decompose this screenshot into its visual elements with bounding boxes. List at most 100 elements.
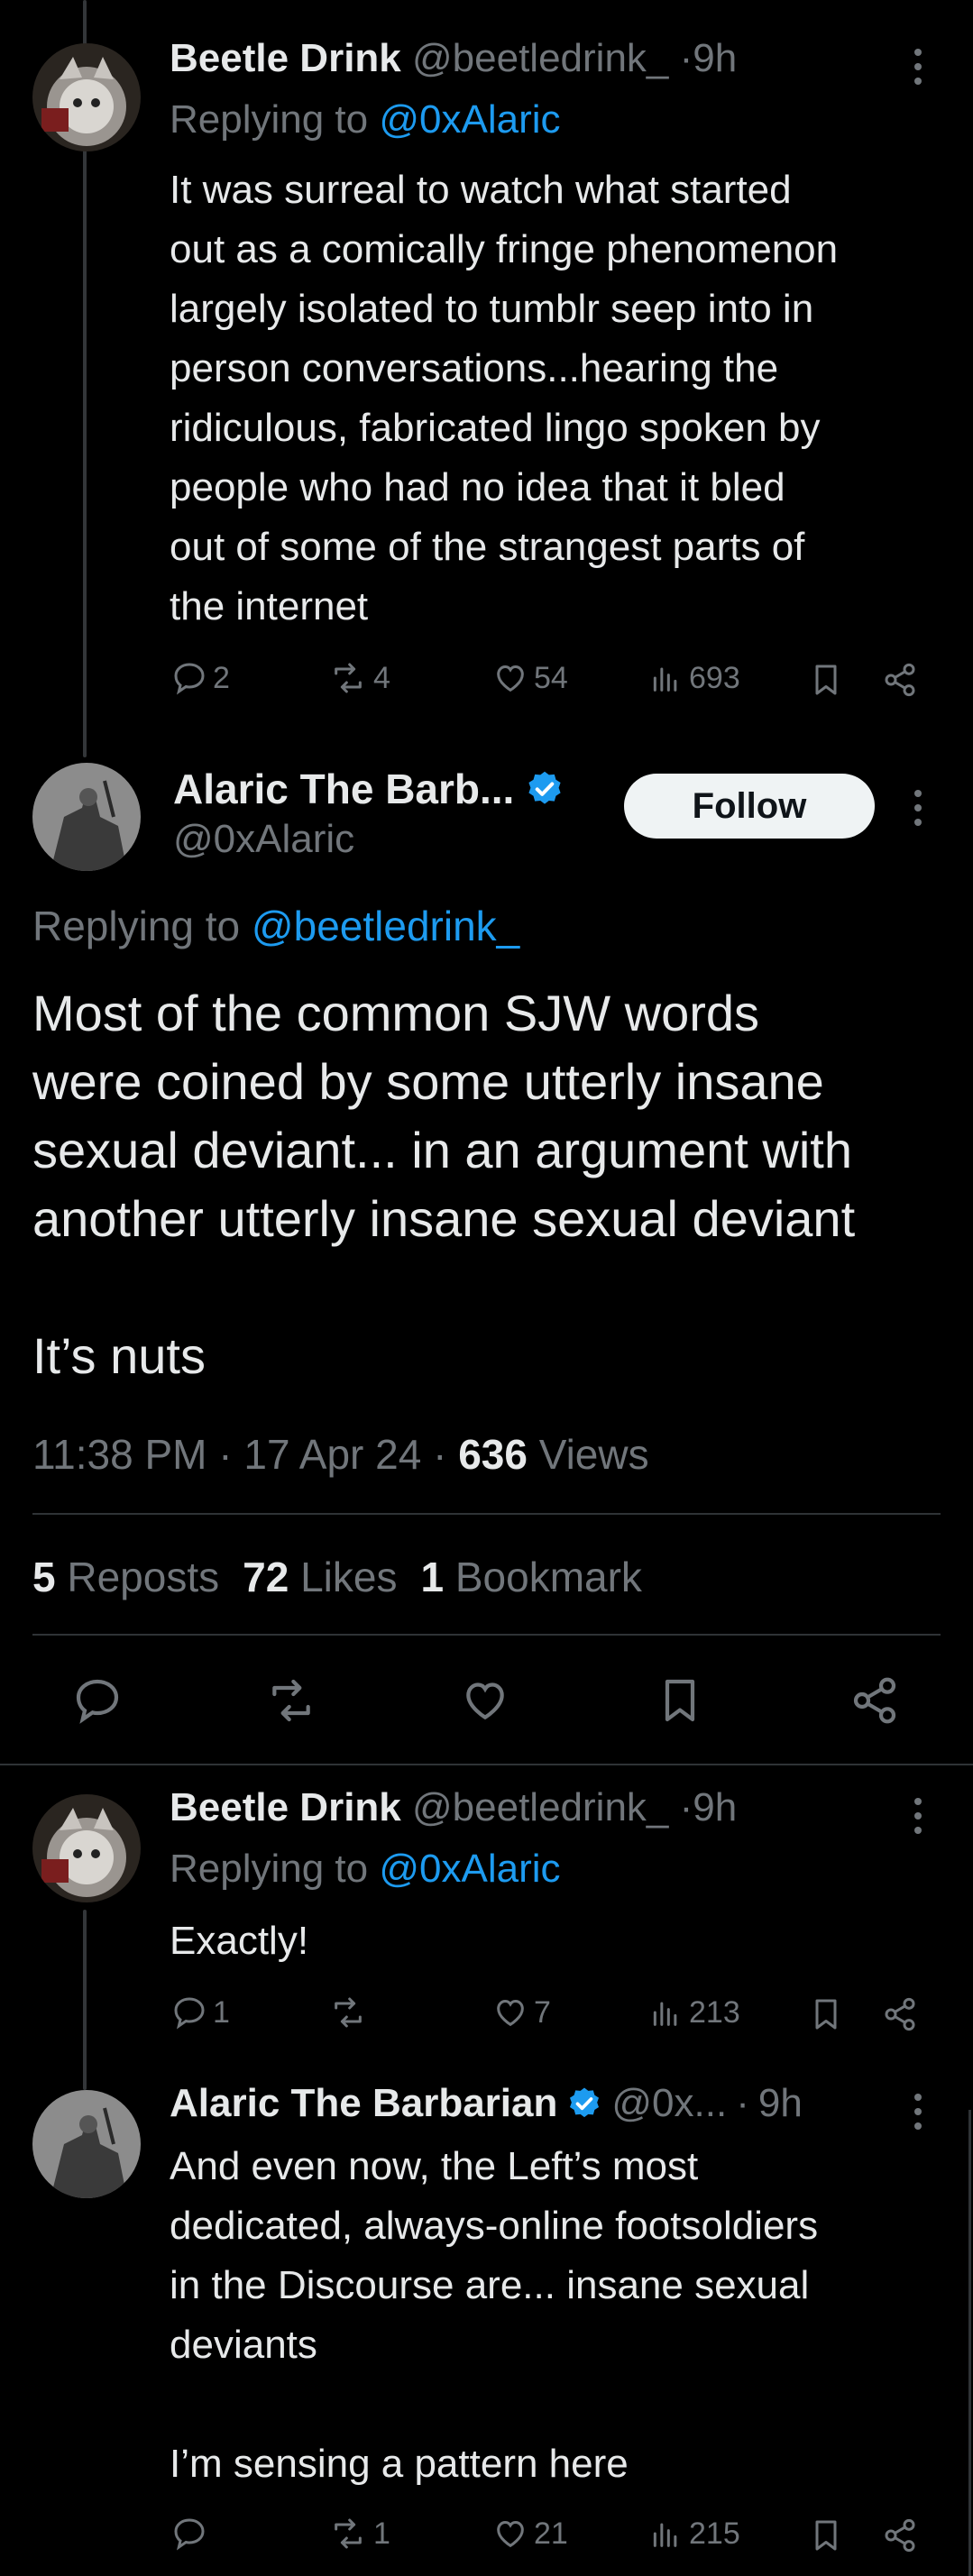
main-reply-icon[interactable] <box>72 1675 123 1726</box>
tweet1-share-icon[interactable] <box>882 662 918 698</box>
like-icon <box>492 2516 528 2552</box>
divider <box>32 1634 941 1636</box>
tweet3-bookmark-icon[interactable] <box>808 2517 844 2553</box>
avatar-beetle-drink[interactable] <box>32 43 141 151</box>
main-author[interactable]: Alaric The Barb... <box>173 765 514 813</box>
main-like-icon[interactable] <box>460 1675 510 1726</box>
tweet1-author[interactable]: Beetle Drink <box>170 36 401 80</box>
body-line <box>170 2375 818 2434</box>
like-count: 7 <box>534 1994 551 2030</box>
tweet3-body: And even now, the Left’s most dedicated,… <box>170 2137 818 2494</box>
tweet2-time[interactable]: 9h <box>693 1785 737 1829</box>
like-icon <box>492 1994 528 2031</box>
views-icon <box>647 2516 684 2552</box>
like-count: 21 <box>534 2516 568 2551</box>
follow-button[interactable]: Follow <box>624 774 875 839</box>
likes-count: 72 <box>243 1554 289 1600</box>
body-line: sexual deviant... in an argument with <box>32 1122 852 1178</box>
body-line: ridiculous, fabricated lingo spoken by <box>170 406 821 450</box>
replying-mention[interactable]: @0xAlaric <box>379 1847 560 1891</box>
main-more-icon[interactable] <box>909 788 927 832</box>
tweet2-author[interactable]: Beetle Drink <box>170 1785 401 1829</box>
avatar-alaric[interactable] <box>32 2090 141 2198</box>
divider <box>0 1764 973 1765</box>
repost-icon <box>328 660 368 696</box>
replying-label: Replying to <box>32 903 241 949</box>
like-icon <box>492 660 528 696</box>
tweet2-replying: Replying to @0xAlaric <box>170 1847 561 1892</box>
tweet2-more-icon[interactable] <box>909 1796 927 1840</box>
reply-count: 1 <box>213 1994 230 2030</box>
body-line: And even now, the Left’s most <box>170 2144 699 2188</box>
tweet3-sep: · <box>736 2081 749 2125</box>
tweet1-views-button[interactable]: 693 <box>647 660 740 696</box>
tweet2-share-icon[interactable] <box>882 1996 918 2032</box>
main-share-icon[interactable] <box>849 1675 900 1726</box>
tweet2-views-button[interactable]: 213 <box>647 1994 740 2031</box>
tweet3-views-button[interactable]: 215 <box>647 2516 740 2552</box>
replying-mention[interactable]: @beetledrink_ <box>252 903 519 949</box>
main-meta: 11:38 PM · 17 Apr 24 · 636 Views <box>32 1430 649 1479</box>
bookmarks-label: Bookmark <box>454 1554 642 1600</box>
tweet1-bookmark-icon[interactable] <box>808 662 844 698</box>
bookmarks-stat[interactable]: 1 Bookmark <box>420 1553 641 1601</box>
views-count: 215 <box>689 2516 740 2551</box>
avatar-alaric[interactable] <box>32 763 141 871</box>
scrollbar[interactable] <box>968 2110 971 2576</box>
likes-label: Likes <box>300 1554 398 1600</box>
body-line: Most of the common SJW words <box>32 985 760 1041</box>
tweet1-reply-button[interactable]: 2 <box>171 660 230 696</box>
main-views-count: 636 <box>458 1431 528 1478</box>
tweet1-more-icon[interactable] <box>909 47 927 91</box>
views-count: 213 <box>689 1994 740 2030</box>
reposts-stat[interactable]: 5 Reposts <box>32 1553 219 1601</box>
reply-icon <box>171 660 207 696</box>
likes-stat[interactable]: 72 Likes <box>243 1553 397 1601</box>
meta-sep: · <box>218 1431 233 1478</box>
tweet3-like-button[interactable]: 21 <box>492 2516 568 2552</box>
tweet2-handle[interactable]: @beetledrink_ <box>412 1785 668 1829</box>
tweet2-bookmark-icon[interactable] <box>808 1996 844 2032</box>
body-line: largely isolated to tumblr seep into in <box>170 287 814 331</box>
main-time[interactable]: 11:38 PM <box>32 1431 207 1478</box>
main-repost-icon[interactable] <box>263 1675 319 1726</box>
tweet3-time[interactable]: 9h <box>758 2081 803 2126</box>
bookmarks-count: 1 <box>420 1554 445 1600</box>
thread-connector <box>83 1910 87 2090</box>
repost-icon <box>328 2516 368 2552</box>
main-handle[interactable]: @0xAlaric <box>173 817 354 862</box>
repost-icon <box>328 1994 368 2031</box>
tweet1-header: Beetle Drink @beetledrink_ ·9h <box>170 36 737 81</box>
tweet1-repost-button[interactable]: 4 <box>328 660 390 696</box>
tweet3-more-icon[interactable] <box>909 2092 927 2136</box>
tweet2-header: Beetle Drink @beetledrink_ ·9h <box>170 1785 737 1830</box>
tweet3-handle[interactable]: @0x... <box>611 2081 727 2126</box>
tweet2-like-button[interactable]: 7 <box>492 1994 551 2031</box>
main-date[interactable]: 17 Apr 24 <box>243 1431 421 1478</box>
tweet1-handle[interactable]: @beetledrink_ <box>412 36 668 80</box>
body-line: were coined by some utterly insane <box>32 1053 824 1110</box>
tweet1-sep: · <box>679 36 693 80</box>
main-bookmark-icon[interactable] <box>655 1675 705 1726</box>
verified-badge-icon <box>525 769 565 809</box>
body-line: out as a comically fringe phenomenon <box>170 227 839 271</box>
body-line: Exactly! <box>170 1919 309 1963</box>
tweet3-repost-button[interactable]: 1 <box>328 2516 390 2552</box>
tweet2-reply-button[interactable]: 1 <box>171 1994 230 2031</box>
tweet2-repost-button[interactable] <box>328 1994 373 2031</box>
main-replying: Replying to @beetledrink_ <box>32 902 519 950</box>
tweet1-like-button[interactable]: 54 <box>492 660 568 696</box>
avatar-beetle-drink[interactable] <box>32 1794 141 1902</box>
replying-mention[interactable]: @0xAlaric <box>379 97 560 142</box>
tweet1-time[interactable]: 9h <box>693 36 737 80</box>
tweet2-body: Exactly! <box>170 1911 308 1971</box>
body-line <box>32 1253 855 1322</box>
main-author-row: Alaric The Barb... <box>173 765 565 813</box>
engagement-row: 5 Reposts 72 Likes 1 Bookmark <box>32 1553 642 1601</box>
reply-icon <box>171 2516 207 2552</box>
tweet3-reply-button[interactable] <box>171 2516 213 2552</box>
reply-icon <box>171 1994 207 2031</box>
views-count: 693 <box>689 660 740 695</box>
tweet3-share-icon[interactable] <box>882 2517 918 2553</box>
tweet3-author[interactable]: Alaric The Barbarian <box>170 2081 557 2126</box>
